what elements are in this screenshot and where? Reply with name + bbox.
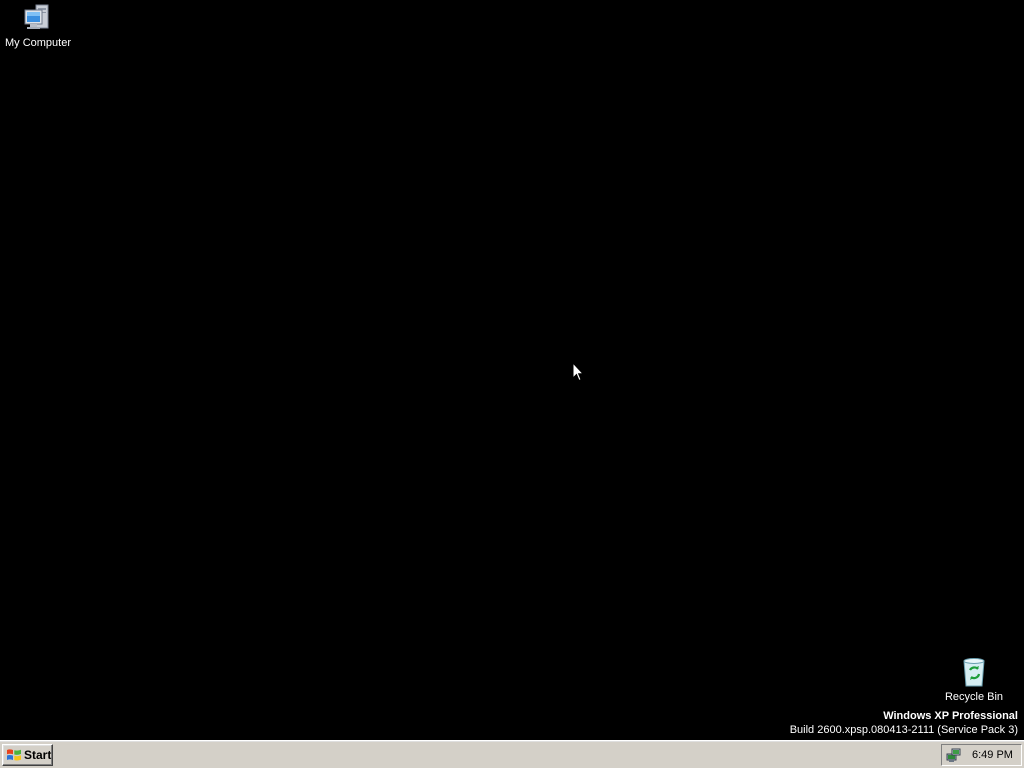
taskbar-clock[interactable]: 6:49 PM: [972, 749, 1013, 761]
desktop-icon-recycle-bin[interactable]: Recycle Bin: [936, 656, 1012, 704]
desktop-icon-label: My Computer: [4, 37, 72, 49]
desktop-icon-my-computer[interactable]: My Computer: [0, 2, 76, 50]
arrow-cursor-icon: [572, 362, 584, 382]
system-tray: 6:49 PM: [941, 744, 1022, 766]
start-button-label: Start: [24, 748, 52, 762]
os-version-watermark: Windows XP Professional Build 2600.xpsp.…: [790, 709, 1018, 737]
my-computer-icon: [24, 4, 49, 29]
desktop[interactable]: My Computer Recycle Bin Windows XP Profe…: [0, 0, 1024, 740]
recycle-bin-icon: [963, 658, 985, 687]
desktop-icon-label: Recycle Bin: [944, 691, 1004, 703]
windows-logo-icon: [7, 749, 21, 761]
network-connection-icon[interactable]: [946, 747, 962, 763]
os-build-info: Build 2600.xpsp.080413-2111 (Service Pac…: [789, 724, 1018, 736]
os-product-name: Windows XP Professional: [883, 710, 1018, 722]
start-button[interactable]: Start: [2, 744, 53, 766]
taskbar: Start 6:49 PM: [0, 740, 1024, 768]
